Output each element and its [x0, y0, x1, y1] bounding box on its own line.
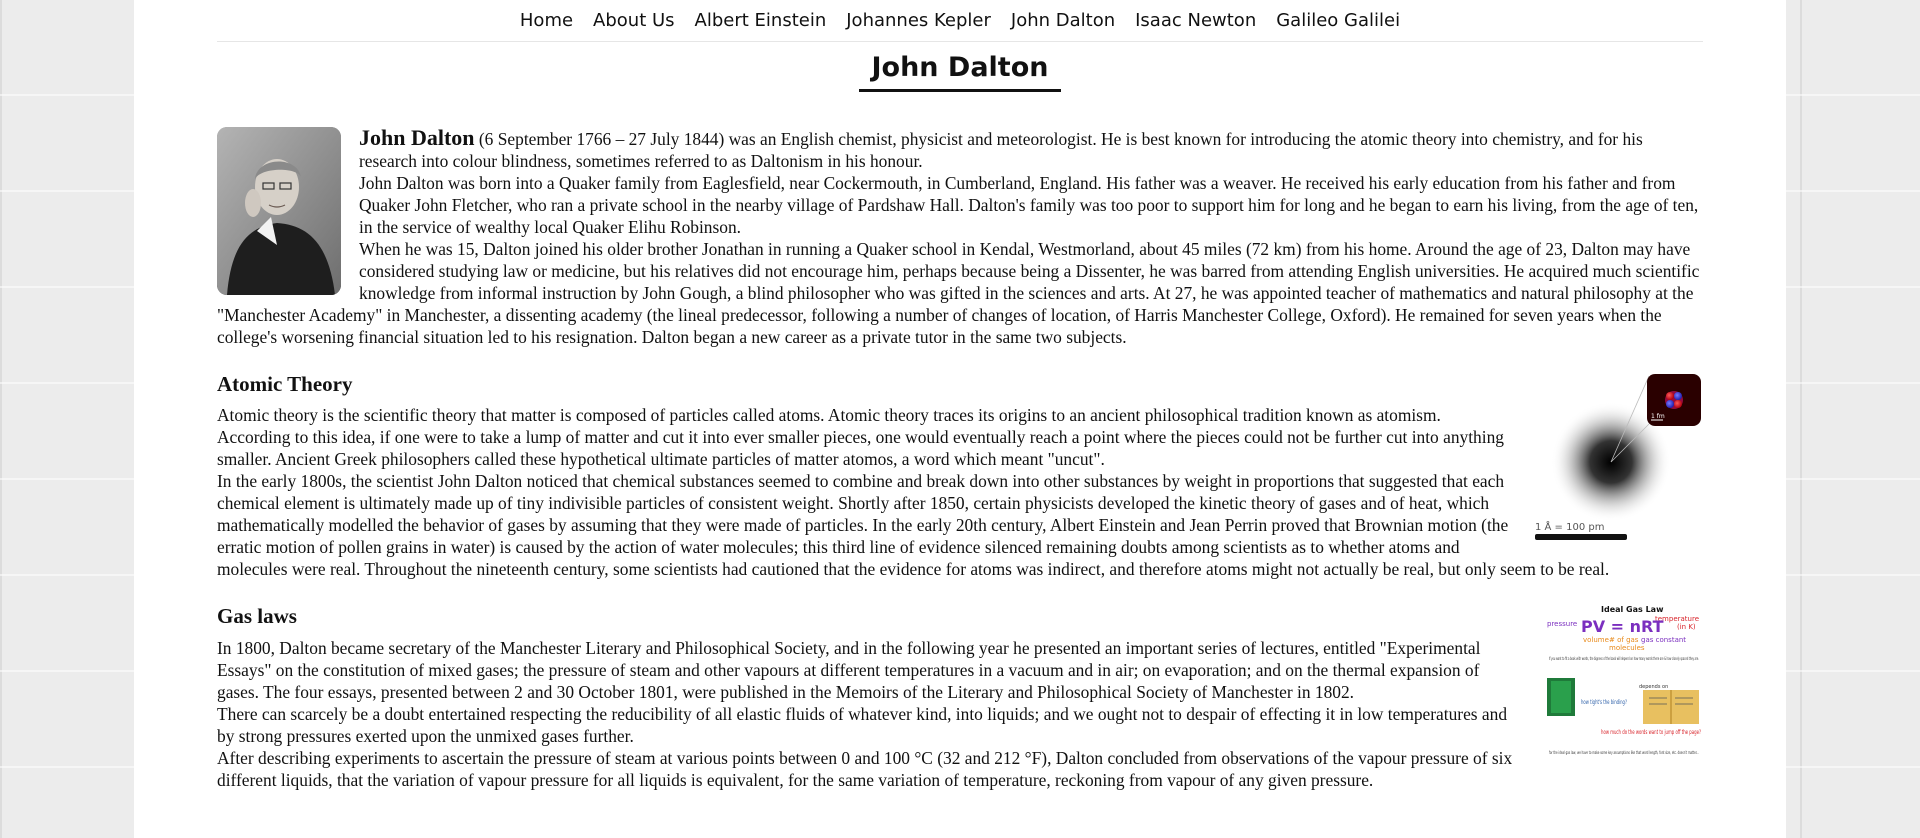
- nav-albert-einstein[interactable]: Albert Einstein: [695, 10, 827, 31]
- gas-constant-label: gas constant: [1641, 636, 1686, 644]
- ideal-gas-figure: Ideal Gas Law pressure temperature (in K…: [1543, 604, 1703, 774]
- intro-paragraph-2: John Dalton was born into a Quaker famil…: [359, 173, 1699, 237]
- nav-john-dalton[interactable]: John Dalton: [1011, 10, 1115, 31]
- gas-laws-heading: Gas laws: [217, 604, 297, 628]
- page-title: John Dalton: [859, 52, 1061, 92]
- gas-jump-question: how much do the words want to jump off t…: [1601, 729, 1701, 736]
- atomic-theory-heading: Atomic Theory: [217, 372, 353, 396]
- atom-figure: 1 fm 1 Å = 100 pm: [1535, 372, 1703, 542]
- gas-molecules-label: molecules: [1609, 644, 1645, 652]
- atomic-paragraph-2: In the early 1800s, the scientist John D…: [217, 471, 1610, 579]
- intro-paragraph-1-text: (6 September 1766 – 27 July 1844) was an…: [359, 129, 1643, 171]
- intro-section: John Dalton (6 September 1766 – 27 July …: [217, 127, 1703, 348]
- nav-about-us[interactable]: About Us: [593, 10, 675, 31]
- atom-illustration: 1 fm 1 Å = 100 pm: [1535, 374, 1701, 540]
- gas-temp-unit: (in K): [1677, 623, 1696, 631]
- gas-formula: PV = nRT: [1581, 617, 1664, 636]
- inset-scale-label: 1 fm: [1651, 413, 1665, 420]
- nav-galileo-galilei[interactable]: Galileo Galilei: [1276, 10, 1400, 31]
- gas-figure-title: Ideal Gas Law: [1601, 605, 1664, 614]
- gas-paragraph-3: After describing experiments to ascertai…: [217, 748, 1513, 790]
- top-nav: Home About Us Albert Einstein Johannes K…: [217, 0, 1703, 42]
- atomic-paragraph-1: Atomic theory is the scientific theory t…: [217, 405, 1504, 469]
- atom-scale-label: 1 Å = 100 pm: [1535, 520, 1604, 533]
- gas-analogy-text: If you want to fit a book with words, th…: [1549, 656, 1699, 662]
- page-title-wrap: John Dalton: [217, 52, 1703, 104]
- page-container: Home About Us Albert Einstein Johannes K…: [134, 0, 1786, 838]
- content-column: Home About Us Albert Einstein Johannes K…: [217, 0, 1703, 791]
- ideal-gas-infographic: Ideal Gas Law pressure temperature (in K…: [1547, 605, 1701, 756]
- gas-moles-label: # of gas: [1609, 636, 1639, 644]
- nav-johannes-kepler[interactable]: Johannes Kepler: [846, 10, 991, 31]
- gas-pressure-label: pressure: [1547, 620, 1577, 628]
- atomic-theory-section: 1 fm 1 Å = 100 pm Atomic Theory Atomic t…: [217, 372, 1703, 580]
- gas-depends-on: depends on: [1639, 684, 1668, 690]
- intro-name: John Dalton: [359, 125, 475, 150]
- gas-binding-question: how tight's the binding?: [1581, 699, 1627, 706]
- nav-isaac-newton[interactable]: Isaac Newton: [1135, 10, 1256, 31]
- gas-footer-text: for the ideal gas law, we have to make s…: [1549, 750, 1699, 756]
- gas-volume-label: volume: [1583, 636, 1609, 644]
- intro-paragraph-1: John Dalton (6 September 1766 – 27 July …: [217, 127, 1703, 172]
- portrait-image: [217, 127, 341, 295]
- nav-home[interactable]: Home: [520, 10, 573, 31]
- portrait-drawing: [217, 127, 341, 295]
- gas-paragraph-1: In 1800, Dalton became secretary of the …: [217, 638, 1481, 702]
- gas-paragraph-2: There can scarcely be a doubt entertaine…: [217, 704, 1508, 746]
- gas-laws-section: Ideal Gas Law pressure temperature (in K…: [217, 604, 1703, 791]
- intro-paragraph-3: When he was 15, Dalton joined his older …: [217, 239, 1700, 347]
